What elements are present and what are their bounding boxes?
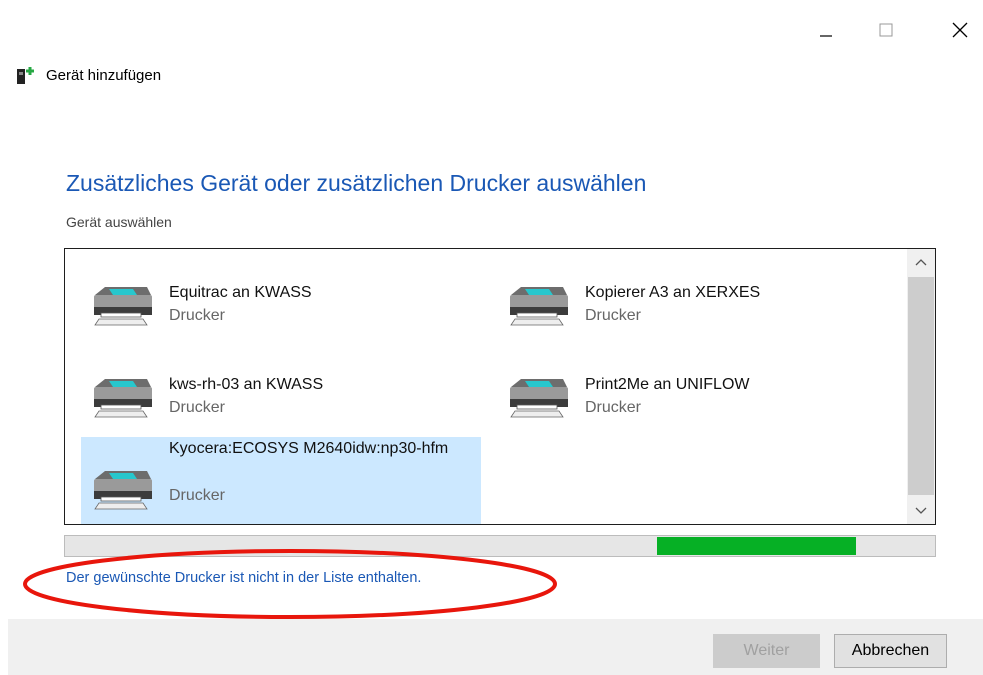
device-name: Equitrac an KWASS	[169, 284, 312, 301]
page-title: Zusätzliches Gerät oder zusätzlichen Dru…	[66, 170, 647, 196]
printer-icon	[510, 287, 568, 326]
minimize-icon	[820, 35, 832, 37]
maximize-button[interactable]	[866, 14, 906, 46]
progress-marquee	[657, 537, 856, 555]
printer-icon	[94, 471, 152, 510]
device-name: Kopierer A3 an XERXES	[585, 284, 761, 301]
device-item[interactable]: Print2Me an UNIFLOW Drucker	[497, 345, 897, 433]
minimize-button[interactable]	[806, 14, 846, 46]
scroll-up-button[interactable]	[907, 249, 935, 275]
device-type: Drucker	[169, 487, 226, 504]
device-type: Drucker	[585, 307, 642, 324]
printer-icon	[510, 379, 568, 418]
device-name: kws-rh-03 an KWASS	[169, 376, 324, 393]
vertical-scrollbar[interactable]	[907, 249, 935, 524]
close-button[interactable]	[940, 14, 980, 46]
window-title: Gerät hinzufügen	[46, 67, 162, 84]
device-name: Kyocera:ECOSYS M2640idw:np30-hfm	[169, 440, 449, 457]
scroll-thumb[interactable]	[908, 277, 934, 495]
annotation-ellipse	[23, 549, 557, 619]
device-item[interactable]: Kopierer A3 an XERXES Drucker	[497, 253, 897, 341]
device-type: Drucker	[169, 399, 226, 416]
device-item[interactable]: kws-rh-03 an KWASS Drucker	[81, 345, 481, 433]
device-list[interactable]: Equitrac an KWASS Drucker Kopierer A3 an…	[64, 248, 936, 525]
printer-icon	[94, 379, 152, 418]
scroll-down-button[interactable]	[907, 498, 935, 524]
add-device-icon	[17, 67, 34, 84]
device-name: Print2Me an UNIFLOW	[585, 376, 750, 393]
next-button[interactable]: Weiter	[713, 634, 820, 668]
maximize-icon	[879, 23, 893, 37]
cancel-button[interactable]: Abbrechen	[834, 634, 947, 668]
device-type: Drucker	[585, 399, 642, 416]
page-subtitle: Gerät auswählen	[66, 214, 172, 230]
device-item[interactable]: Equitrac an KWASS Drucker	[81, 253, 481, 341]
printer-icon	[94, 287, 152, 326]
device-type: Drucker	[169, 307, 226, 324]
device-item-selected[interactable]: Kyocera:ECOSYS M2640idw:np30-hfm Drucker	[81, 437, 481, 524]
chevron-down-icon	[915, 507, 927, 514]
chevron-up-icon	[915, 259, 927, 266]
close-icon	[952, 22, 968, 38]
